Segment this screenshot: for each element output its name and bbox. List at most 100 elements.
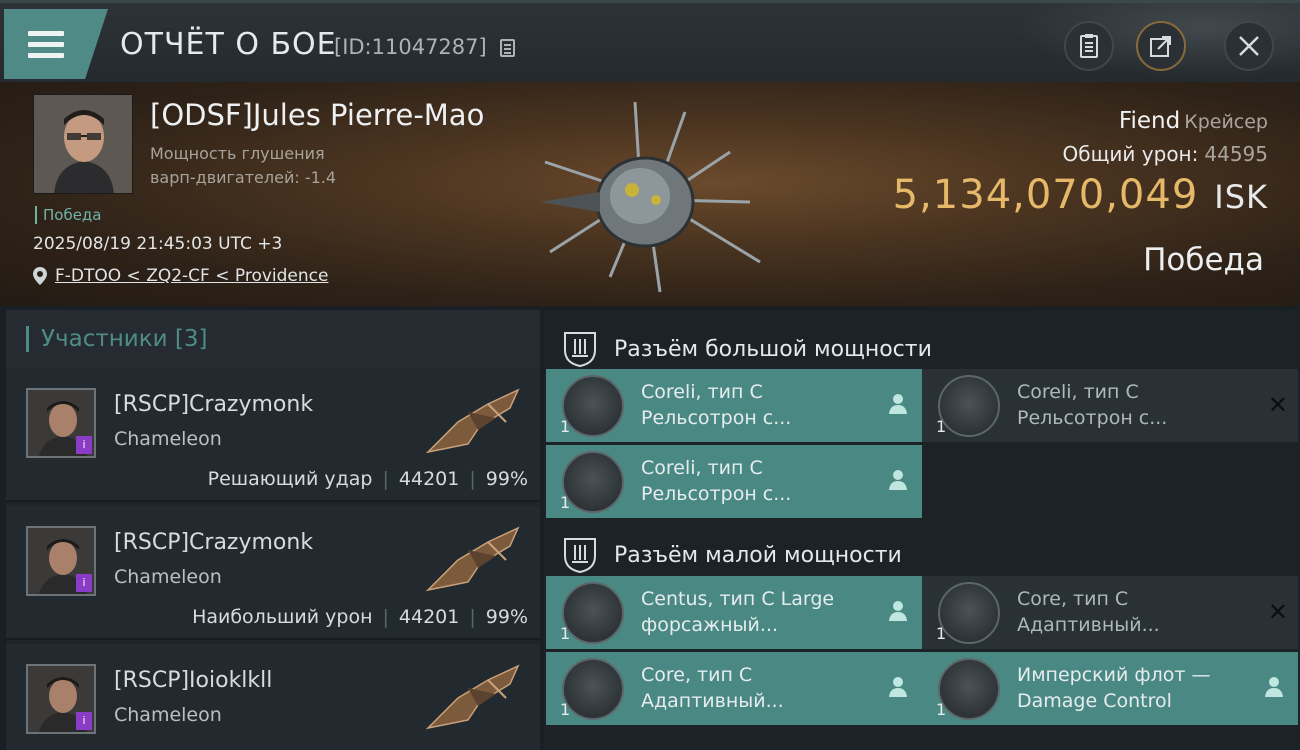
high-slot-label: Разъём большой мощности	[614, 336, 932, 362]
result-label: Победа	[1143, 242, 1264, 278]
participant-name[interactable]: [RSCP]Crazymonk	[114, 392, 313, 417]
user-icon[interactable]	[888, 676, 908, 698]
close-icon	[1239, 36, 1259, 56]
isk-amount: 5,134,070,049	[892, 172, 1199, 218]
module-icon	[938, 375, 1000, 437]
participant-ship-icon	[425, 388, 520, 454]
participants-panel: Участники [3] i [RSCP]Crazymonk Chameleo…	[6, 310, 540, 750]
participant-ship-icon	[425, 664, 520, 730]
total-damage: Общий урон: 44595	[1063, 142, 1268, 166]
participant-percent: 99%	[485, 468, 528, 490]
participant-name[interactable]: [RSCP]Ioioklkll	[114, 668, 272, 693]
alliance-badge: i	[76, 436, 92, 454]
module-icon	[562, 375, 624, 437]
module-icon	[562, 658, 624, 720]
module-quantity: 1	[560, 700, 571, 719]
clipboard-button[interactable]	[1064, 21, 1114, 71]
low-slot-label: Разъём малой мощности	[614, 542, 902, 568]
fitting-panel: Разъём большой мощности Разъём малой мощ…	[544, 310, 1300, 750]
module-name: Coreli, тип C	[641, 457, 763, 479]
shield-slot-icon	[564, 538, 596, 574]
participants-header: Участники [3]	[6, 310, 540, 368]
participant-row[interactable]: i [RSCP]Crazymonk Chameleon Решающий уда…	[6, 368, 540, 502]
user-icon[interactable]	[888, 393, 908, 415]
participant-stats: Решающий удар | 44201 | 99%	[208, 468, 528, 490]
participant-percent: 99%	[485, 606, 528, 628]
participants-title: Участники [3]	[41, 326, 208, 352]
module-card[interactable]: 1 Core, тип C Адаптивный... ✕	[922, 576, 1298, 649]
participant-ship-icon	[425, 526, 520, 592]
module-name: Имперский флот —	[1017, 664, 1211, 686]
stat-separator: |	[469, 606, 476, 628]
map-pin-icon	[33, 267, 47, 285]
kill-datetime: 2025/08/19 21:45:03 UTC +3	[33, 234, 283, 254]
ship-render	[540, 101, 761, 293]
alliance-badge: i	[76, 712, 92, 730]
module-name: Centus, тип C Large	[641, 588, 835, 610]
location-link[interactable]: F-DTOO < ZQ2-CF < Providence	[33, 266, 328, 286]
participant-portrait[interactable]: i	[26, 388, 96, 458]
module-card[interactable]: 1 Coreli, тип C Рельсотрон с...	[546, 445, 922, 518]
module-type: форсажный...	[641, 614, 779, 636]
isk-value: 5,134,070,049 ISK	[893, 172, 1268, 218]
ship-type[interactable]: Fiend Крейсер	[1119, 108, 1268, 134]
participant-ship: Chameleon	[114, 704, 222, 726]
module-type: Адаптивный...	[1017, 614, 1160, 636]
victim-name[interactable]: [ODSF]Jules Pierre-Mao	[150, 98, 484, 132]
page-title: ОТЧЁТ О БОЕ	[120, 27, 337, 62]
participant-stats: Наибольший урон | 44201 | 99%	[192, 606, 528, 628]
module-icon	[562, 582, 624, 644]
module-quantity: 1	[936, 700, 947, 719]
victim-stat-line1: Мощность глушения	[150, 144, 325, 163]
close-button[interactable]	[1224, 21, 1274, 71]
participant-name[interactable]: [RSCP]Crazymonk	[114, 530, 313, 555]
participant-ship: Chameleon	[114, 428, 222, 450]
victim-panel: [ODSF]Jules Pierre-Mao Мощность глушения…	[0, 82, 1300, 306]
report-id: [ID:11047287]	[334, 35, 487, 59]
participant-role: Наибольший урон	[192, 606, 373, 628]
copy-icon[interactable]	[500, 39, 515, 57]
location-text[interactable]: F-DTOO < ZQ2-CF < Providence	[55, 266, 328, 286]
module-icon	[562, 451, 624, 513]
participant-damage: 44201	[398, 468, 460, 490]
x-icon: ✕	[1267, 598, 1288, 626]
total-damage-label: Общий урон:	[1062, 142, 1199, 166]
alliance-badge: i	[76, 574, 92, 592]
ship-name: Fiend	[1118, 108, 1181, 134]
module-card[interactable]: 1 Centus, тип C Large форсажный...	[546, 576, 922, 649]
top-bar: ОТЧЁТ О БОЕ [ID:11047287]	[0, 0, 1300, 85]
total-damage-value: 44595	[1204, 142, 1268, 166]
pilot-portrait-image	[34, 95, 132, 193]
victory-tag: Победа	[35, 206, 102, 224]
header-accent-bar	[26, 326, 29, 352]
user-icon[interactable]	[888, 600, 908, 622]
menu-button[interactable]	[4, 9, 108, 79]
module-quantity: 1	[560, 493, 571, 512]
stat-separator: |	[469, 468, 476, 490]
isk-unit: ISK	[1214, 178, 1268, 216]
stat-separator: |	[382, 468, 389, 490]
module-quantity: 1	[560, 624, 571, 643]
ship-class: Крейсер	[1184, 111, 1268, 133]
module-card[interactable]: 1 Core, тип C Адаптивный...	[546, 652, 922, 725]
stat-separator: |	[382, 606, 389, 628]
participant-portrait[interactable]: i	[26, 526, 96, 596]
hamburger-icon	[28, 31, 64, 58]
module-card[interactable]: 1 Имперский флот — Damage Control	[922, 652, 1298, 725]
module-type: Damage Control	[1017, 690, 1172, 712]
victim-stat-line2: варп-двигателей: -1.4	[150, 168, 337, 187]
module-card[interactable]: 1 Coreli, тип C Рельсотрон с...	[546, 369, 922, 442]
module-name: Core, тип C	[641, 664, 753, 686]
participant-row[interactable]: i [RSCP]Ioioklkll Chameleon	[6, 644, 540, 750]
module-name: Coreli, тип C	[641, 381, 763, 403]
module-card[interactable]: 1 Coreli, тип C Рельсотрон с... ✕	[922, 369, 1298, 442]
share-button[interactable]	[1136, 21, 1186, 71]
module-type: Рельсотрон с...	[641, 483, 792, 505]
user-icon[interactable]	[888, 469, 908, 491]
module-type: Рельсотрон с...	[1017, 407, 1168, 429]
participant-portrait[interactable]: i	[26, 664, 96, 734]
user-icon[interactable]	[1264, 676, 1284, 698]
participant-row[interactable]: i [RSCP]Crazymonk Chameleon Наибольший у…	[6, 506, 540, 640]
victim-portrait[interactable]	[33, 94, 133, 194]
clipboard-icon	[1080, 34, 1098, 58]
